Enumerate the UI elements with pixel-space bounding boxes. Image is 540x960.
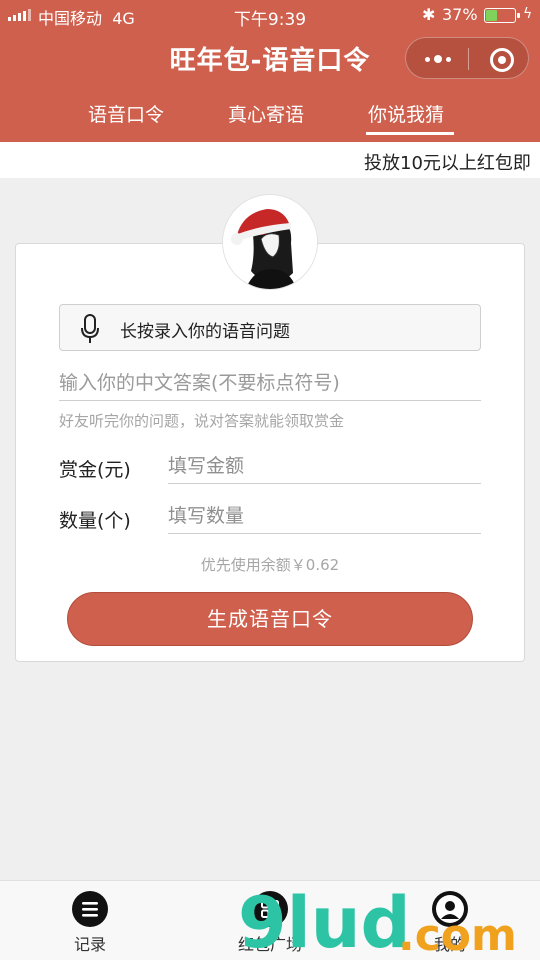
notice-marquee: 投放10元以上红包即	[0, 142, 540, 178]
user-icon	[432, 891, 468, 927]
tab-bar: 语音口令 真心寄语 你说我猜	[0, 96, 540, 142]
status-bar: 中国移动 4G 下午9:39 ✱ 37% ϟ	[0, 0, 540, 30]
microphone-icon	[81, 314, 99, 343]
record-voice-button[interactable]: 长按录入你的语音问题	[59, 304, 481, 351]
nav-records-label: 记录	[73, 935, 106, 954]
tab-sincere-message[interactable]: 真心寄语	[228, 100, 304, 127]
answer-hint: 好友听完你的问题，说对答案就能领取赏金	[59, 412, 345, 430]
reward-amount-input[interactable]	[168, 448, 481, 484]
battery-icon	[484, 8, 520, 23]
bottom-nav: 记录 红包广场 我的	[0, 880, 540, 960]
reward-label: 赏金(元)	[59, 459, 131, 481]
nav-redpacket-square[interactable]: 红包广场	[210, 881, 330, 960]
more-icon[interactable]	[420, 49, 456, 69]
bluetooth-icon: ✱	[422, 5, 436, 24]
list-icon	[72, 891, 108, 927]
nav-mine[interactable]: 我的	[390, 881, 510, 960]
nav-square-label: 红包广场	[237, 935, 302, 954]
app-header: 中国移动 4G 下午9:39 ✱ 37% ϟ 旺年包-语音口令 语音口令 真心寄…	[0, 0, 540, 142]
quantity-label: 数量(个)	[59, 510, 131, 532]
balance-note: 优先使用余额￥0.62	[200, 556, 340, 574]
marquee-text: 投放10元以上红包即	[364, 153, 531, 174]
nav-mine-label: 我的	[433, 935, 466, 954]
answer-input[interactable]	[59, 365, 481, 401]
tab-voice-password[interactable]: 语音口令	[88, 100, 164, 127]
avatar	[222, 194, 318, 290]
grid-icon	[252, 891, 288, 927]
generate-voice-password-button[interactable]: 生成语音口令	[67, 592, 473, 646]
record-voice-label: 长按录入你的语音问题	[120, 322, 290, 342]
avatar-image	[223, 195, 317, 289]
close-miniprogram-icon[interactable]	[490, 48, 514, 72]
tab-guess[interactable]: 你说我猜	[368, 100, 444, 127]
nav-records[interactable]: 记录	[30, 881, 150, 960]
battery-percent: 37%	[442, 5, 478, 24]
miniprogram-capsule	[405, 37, 529, 79]
active-tab-indicator	[366, 132, 454, 135]
quantity-input[interactable]	[168, 498, 481, 534]
charging-icon: ϟ	[523, 6, 533, 22]
